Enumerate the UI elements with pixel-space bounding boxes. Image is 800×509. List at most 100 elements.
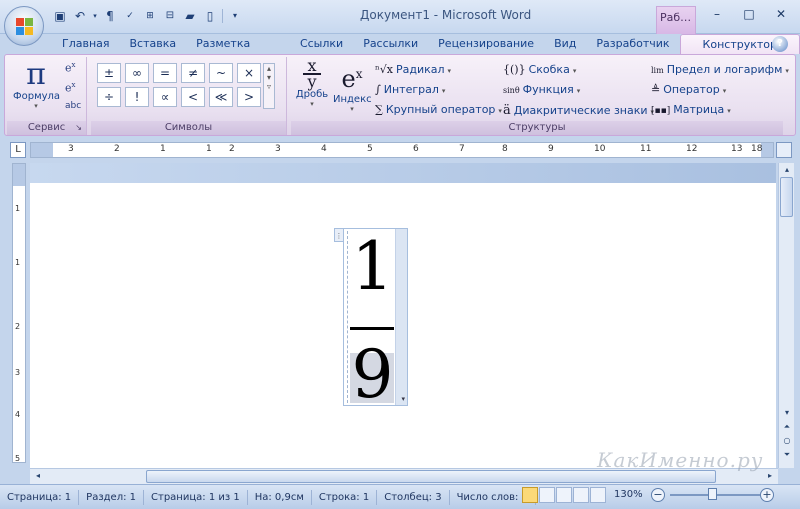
zoom-slider-knob[interactable] (708, 488, 717, 500)
formula-button[interactable]: π Формула ▾ (13, 59, 60, 111)
symbol-times[interactable]: × (237, 63, 261, 83)
status-line[interactable]: Строка: 1 (312, 489, 378, 505)
ruler-area: L 3 2 1 1 2 3 4 5 6 7 8 9 10 11 12 13 18 (0, 137, 800, 161)
save-icon[interactable]: ▣ (52, 8, 68, 24)
vertical-ruler[interactable]: 1 1 2 3 4 5 (12, 163, 26, 463)
pilcrow-icon[interactable]: ¶ (102, 8, 118, 24)
fraction-dropdown-icon: ▾ (310, 100, 314, 108)
customize-qat-icon[interactable]: ▾ (227, 8, 243, 24)
matrix-button[interactable]: [▪▪] Матрица ▾ (651, 103, 731, 116)
scroll-up-icon[interactable]: ▴ (264, 64, 274, 73)
symbol-tilde[interactable]: ~ (209, 63, 233, 83)
web-layout-view-icon[interactable] (556, 487, 572, 503)
matrix-icon: [▪▪] (651, 106, 671, 116)
fraction-numerator[interactable]: 1 (350, 231, 395, 303)
tab-developer[interactable]: Разработчик (586, 34, 679, 54)
scroll-right-arrow-icon[interactable]: ▸ (764, 470, 776, 482)
professional-format-icon[interactable]: ex (65, 61, 75, 75)
linear-format-icon[interactable]: ex (65, 81, 75, 95)
group-structures: xy Дробь ▾ ex Индекс ▾ ⁿ√x Радикал ▾ ∫ Инте… (291, 57, 789, 135)
group-service: π Формула ▾ ex ex abc Сервис ↘ (7, 57, 87, 135)
vertical-scrollbar[interactable]: ▴ ▾ ⏶ ○ ⏷ (778, 163, 794, 468)
office-button[interactable] (4, 6, 44, 46)
symbol-infinity[interactable]: ∞ (125, 63, 149, 83)
symbol-greater-than[interactable]: > (237, 87, 261, 107)
status-section[interactable]: Раздел: 1 (79, 489, 145, 505)
scroll-down-icon[interactable]: ▾ (264, 73, 274, 82)
tab-view[interactable]: Вид (544, 34, 586, 54)
status-page-count[interactable]: Страница: 1 из 1 (144, 489, 248, 505)
table-icon[interactable]: ⊟ (162, 8, 178, 24)
draft-view-icon[interactable] (590, 487, 606, 503)
full-screen-reading-view-icon[interactable] (539, 487, 555, 503)
index-label: Индекс (333, 94, 372, 105)
symbol-much-less[interactable]: ≪ (209, 87, 233, 107)
equation-fraction[interactable]: 1 9 (347, 231, 395, 411)
scroll-down-arrow-icon[interactable]: ▾ (781, 407, 793, 419)
view-ruler-button[interactable] (776, 142, 792, 158)
zoom-level[interactable]: 130% (614, 489, 643, 500)
equation-options-strip[interactable]: ▾ (395, 229, 407, 405)
function-button[interactable]: sinθ Функция ▾ (503, 83, 580, 96)
tab-references[interactable]: Ссылки (290, 34, 353, 54)
tab-page-layout[interactable]: Разметка страницы (186, 34, 290, 70)
symbol-proportional[interactable]: ∝ (153, 87, 177, 107)
horizontal-ruler[interactable]: 3 2 1 1 2 3 4 5 6 7 8 9 10 11 12 13 18 (30, 142, 774, 158)
equation-options-dropdown-icon[interactable]: ▾ (401, 395, 405, 403)
status-position[interactable]: На: 0,9см (248, 489, 312, 505)
undo-dropdown-icon[interactable]: ▾ (92, 8, 98, 24)
tab-mailings[interactable]: Рассылки (353, 34, 428, 54)
ruler-number: 8 (502, 144, 508, 154)
bracket-button[interactable]: {()} Скобка ▾ (503, 63, 576, 76)
status-column[interactable]: Столбец: 3 (377, 489, 450, 505)
tab-home[interactable]: Главная (48, 34, 120, 54)
more-icon[interactable]: ▿ (264, 82, 274, 91)
sum-icon: ∑ (375, 103, 383, 116)
diacritics-button[interactable]: ä Диакритические знаки ▾ (503, 103, 654, 118)
index-button[interactable]: ex Индекс ▾ (333, 59, 372, 113)
integral-button[interactable]: ∫ Интеграл ▾ (375, 83, 445, 96)
help-icon[interactable]: ? (772, 36, 788, 52)
maximize-button[interactable]: □ (734, 4, 764, 24)
dialog-launcher-icon[interactable]: ↘ (75, 121, 82, 135)
fraction-denominator[interactable]: 9 (350, 339, 395, 411)
symbols-scroll[interactable]: ▴ ▾ ▿ (263, 63, 275, 109)
operator-button[interactable]: ≜ Оператор ▾ (651, 83, 726, 96)
limit-log-button[interactable]: lim Предел и логарифм ▾ (651, 63, 789, 76)
new-document-icon[interactable]: ▯ (202, 8, 218, 24)
scroll-left-arrow-icon[interactable]: ◂ (32, 470, 44, 482)
previous-page-icon[interactable]: ⏶ (781, 421, 793, 433)
minimize-button[interactable]: – (702, 4, 732, 24)
tab-selector-icon[interactable]: L (10, 142, 26, 158)
outline-view-icon[interactable] (573, 487, 589, 503)
close-button[interactable]: ✕ (766, 4, 796, 24)
radical-button[interactable]: ⁿ√x Радикал ▾ (375, 63, 451, 76)
fraction-button[interactable]: xy Дробь ▾ (293, 58, 331, 109)
symbol-divide[interactable]: ÷ (97, 87, 121, 107)
zoom-in-icon[interactable]: + (760, 488, 774, 502)
large-operator-button[interactable]: ∑ Крупный оператор ▾ (375, 103, 502, 116)
status-page[interactable]: Страница: 1 (0, 489, 80, 505)
insert-icon[interactable]: ⊞ (142, 8, 158, 24)
tab-review[interactable]: Рецензирование (428, 34, 544, 54)
undo-icon[interactable]: ↶ (72, 8, 88, 24)
browse-object-icon[interactable]: ○ (781, 435, 793, 447)
ruler-right-margin (761, 143, 773, 157)
equation-container[interactable]: 1 9 ▾ (343, 228, 408, 411)
symbol-factorial[interactable]: ! (125, 87, 149, 107)
symbol-not-equal[interactable]: ≠ (181, 63, 205, 83)
next-page-icon[interactable]: ⏷ (781, 449, 793, 461)
scroll-up-arrow-icon[interactable]: ▴ (781, 164, 793, 176)
symbol-equals[interactable]: = (153, 63, 177, 83)
zoom-out-icon[interactable]: − (651, 488, 665, 502)
symbol-plus-minus[interactable]: ± (97, 63, 121, 83)
open-folder-icon[interactable]: ▰ (182, 8, 198, 24)
tab-insert[interactable]: Вставка (120, 34, 187, 54)
normal-text-icon[interactable]: abc (65, 101, 81, 111)
print-layout-view-icon[interactable] (522, 487, 538, 503)
vertical-scroll-thumb[interactable] (780, 177, 793, 217)
spelling-icon[interactable]: ✓ (122, 8, 138, 24)
symbol-less-than[interactable]: < (181, 87, 205, 107)
integral-icon: ∫ (375, 83, 381, 96)
vruler-number: 2 (15, 322, 21, 331)
